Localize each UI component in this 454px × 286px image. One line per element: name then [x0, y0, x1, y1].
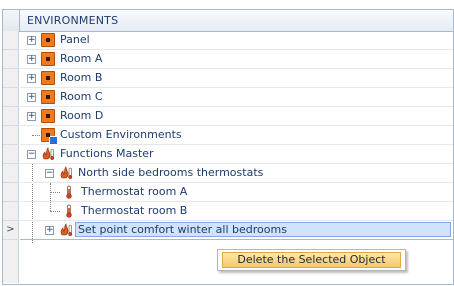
tree-connector [50, 192, 60, 193]
tree-cell[interactable]: Thermostat room A [20, 183, 453, 202]
tree-node-label[interactable]: Thermostat room B [79, 204, 189, 217]
row-header-current[interactable]: > [3, 221, 19, 240]
tree-node-label-selected[interactable]: Set point comfort winter all bedrooms [75, 222, 451, 237]
tree-connector [32, 135, 40, 136]
tree-cell[interactable]: Thermostat room B [20, 202, 453, 221]
tree-node-label[interactable]: Panel [58, 33, 92, 46]
expand-icon[interactable]: + [27, 112, 36, 121]
expand-icon[interactable]: + [27, 93, 36, 102]
row-header[interactable] [3, 88, 19, 107]
tree-node-label[interactable]: Thermostat room A [79, 185, 189, 198]
tree-node-label[interactable]: Room A [58, 52, 104, 65]
row-header[interactable] [3, 69, 19, 88]
tree-node-label[interactable]: North side bedrooms thermostats [76, 166, 265, 179]
tree-row-room-d[interactable]: + Room D [3, 107, 453, 126]
tree-row-panel[interactable]: + Panel [3, 31, 453, 50]
row-header[interactable] [3, 31, 19, 50]
row-header[interactable] [3, 145, 19, 164]
grid-header: ENVIRONMENTS [3, 10, 453, 32]
expand-icon[interactable]: + [27, 55, 36, 64]
tree-row-north-side-bedrooms[interactable]: − North side bedrooms thermostats [3, 164, 453, 183]
room-icon [41, 52, 55, 66]
context-menu: Delete the Selected Object [217, 249, 406, 271]
tree-cell[interactable]: + Room B [20, 69, 453, 88]
tree-row-thermostat-room-a[interactable]: Thermostat room A [3, 183, 453, 202]
tree-cell[interactable]: + Panel [20, 31, 453, 50]
environments-column-header[interactable]: ENVIRONMENTS [27, 14, 118, 27]
expand-icon[interactable]: + [27, 36, 36, 45]
tree-row-thermostat-room-b[interactable]: Thermostat room B [3, 202, 453, 221]
collapse-icon[interactable]: − [45, 169, 54, 178]
thermometer-icon [66, 204, 72, 218]
custom-environment-icon [41, 128, 58, 145]
expand-icon[interactable]: + [27, 74, 36, 83]
flame-thermometer-icon [42, 147, 55, 161]
room-icon [41, 90, 55, 104]
collapse-icon[interactable]: − [27, 150, 36, 159]
environments-tree-grid: ENVIRONMENTS + Panel + Room A + Room B +… [2, 9, 454, 285]
tree-cell[interactable]: Custom Environments [20, 126, 453, 145]
tree-cell[interactable]: + Room A [20, 50, 453, 69]
row-header[interactable] [3, 164, 19, 183]
tree-row-functions-master[interactable]: − Functions Master [3, 145, 453, 164]
tree-cell[interactable]: − North side bedrooms thermostats [20, 164, 453, 183]
row-header[interactable] [3, 183, 19, 202]
expand-icon[interactable]: + [45, 226, 54, 235]
tree-cell[interactable]: − Functions Master [20, 145, 453, 164]
row-header[interactable] [3, 202, 19, 221]
tree-row-room-c[interactable]: + Room C [3, 88, 453, 107]
room-icon [41, 33, 55, 47]
delete-selected-object-menu-item[interactable]: Delete the Selected Object [222, 252, 401, 268]
thermometer-icon [66, 185, 72, 199]
tree-cell[interactable]: + Room C [20, 88, 453, 107]
flame-thermometer-icon [60, 166, 73, 180]
tree-row-custom-environments[interactable]: Custom Environments [3, 126, 453, 145]
tree-cell[interactable]: + Set point comfort winter all bedrooms [20, 221, 453, 240]
tree-node-label[interactable]: Room D [58, 109, 105, 122]
tree-node-label[interactable]: Room B [58, 71, 104, 84]
tree-row-room-b[interactable]: + Room B [3, 69, 453, 88]
row-header-empty [3, 240, 19, 283]
row-header[interactable] [3, 50, 19, 69]
tree-node-label[interactable]: Custom Environments [58, 128, 184, 141]
flame-thermometer-icon [60, 223, 73, 237]
tree-row-room-a[interactable]: + Room A [3, 50, 453, 69]
room-icon [41, 71, 55, 85]
tree-cell[interactable]: + Room D [20, 107, 453, 126]
row-header[interactable] [3, 126, 19, 145]
row-header[interactable] [3, 107, 19, 126]
tree-node-label[interactable]: Functions Master [58, 147, 156, 160]
tree-connector [50, 211, 60, 212]
grid-corner-cell [3, 10, 20, 31]
room-icon [41, 109, 55, 123]
tree-node-label[interactable]: Room C [58, 90, 105, 103]
tree-row-set-point-comfort[interactable]: > + Set point comfort winter all bedroom… [3, 221, 453, 240]
